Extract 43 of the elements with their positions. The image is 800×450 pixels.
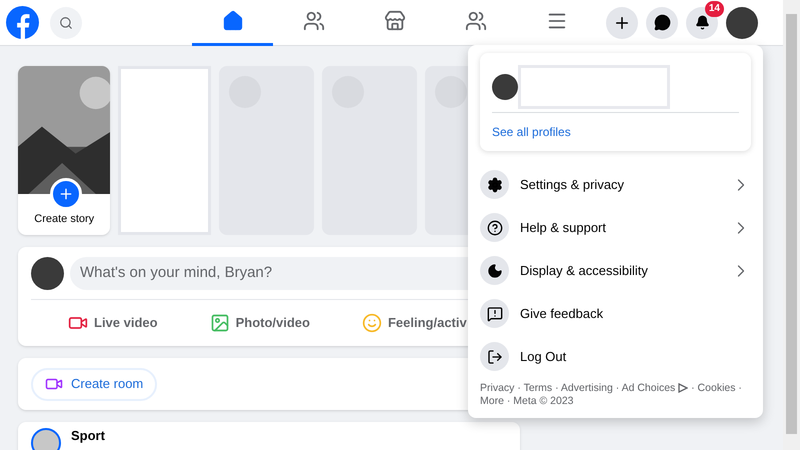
home-icon [222,10,244,32]
avatar [492,74,518,100]
logo-icon [6,6,39,39]
logout-icon [486,348,502,364]
avatar [31,428,61,450]
menu-item-label: Display & accessibility [520,262,648,280]
composer-action[interactable]: Photo/video [210,313,310,333]
menu-item[interactable]: Log Out [480,339,751,374]
see-all-profiles-link[interactable]: See all profiles [492,123,739,141]
footer-links: Privacy · Terms · Advertising · Ad Choices · Cookies · More · Meta © 2023 [480,382,743,408]
store-icon [384,10,406,32]
create-story-label: Create story [33,212,96,226]
messenger-button[interactable] [646,6,678,38]
adchoices-icon [678,383,688,394]
post-author: Sport [71,428,105,442]
settings-icon [486,176,502,192]
menu-item[interactable]: Give feedback [480,296,751,331]
photo-icon [210,313,230,333]
menu-item[interactable]: Settings & privacy [480,167,751,202]
menu-item-label: Log Out [520,348,566,366]
messenger-icon [654,14,670,31]
avatar[interactable] [726,6,758,38]
create-room-button[interactable]: Create room [31,368,158,400]
menu-item[interactable]: Help & support [480,210,751,245]
search-icon [59,16,73,30]
menu-item-label: Settings & privacy [520,176,624,194]
search-button[interactable] [50,6,82,38]
composer-action[interactable]: Feeling/activ [362,313,467,333]
help-icon [486,220,502,236]
composer-action[interactable]: Live video [68,313,158,333]
notification-badge: 14 [704,0,724,16]
menu-item-label: Help & support [520,218,606,237]
feedback-icon [486,306,502,322]
group-icon [464,10,486,32]
avatar [31,257,64,290]
create-story-card[interactable]: Create story [18,66,110,235]
menu-item-label: Give feedback [520,304,604,323]
plus-icon [58,186,74,202]
people-icon [302,10,324,32]
create-button[interactable] [606,6,638,38]
bell-icon [694,15,710,30]
moon-icon [486,262,502,278]
smiley-icon [362,313,382,333]
